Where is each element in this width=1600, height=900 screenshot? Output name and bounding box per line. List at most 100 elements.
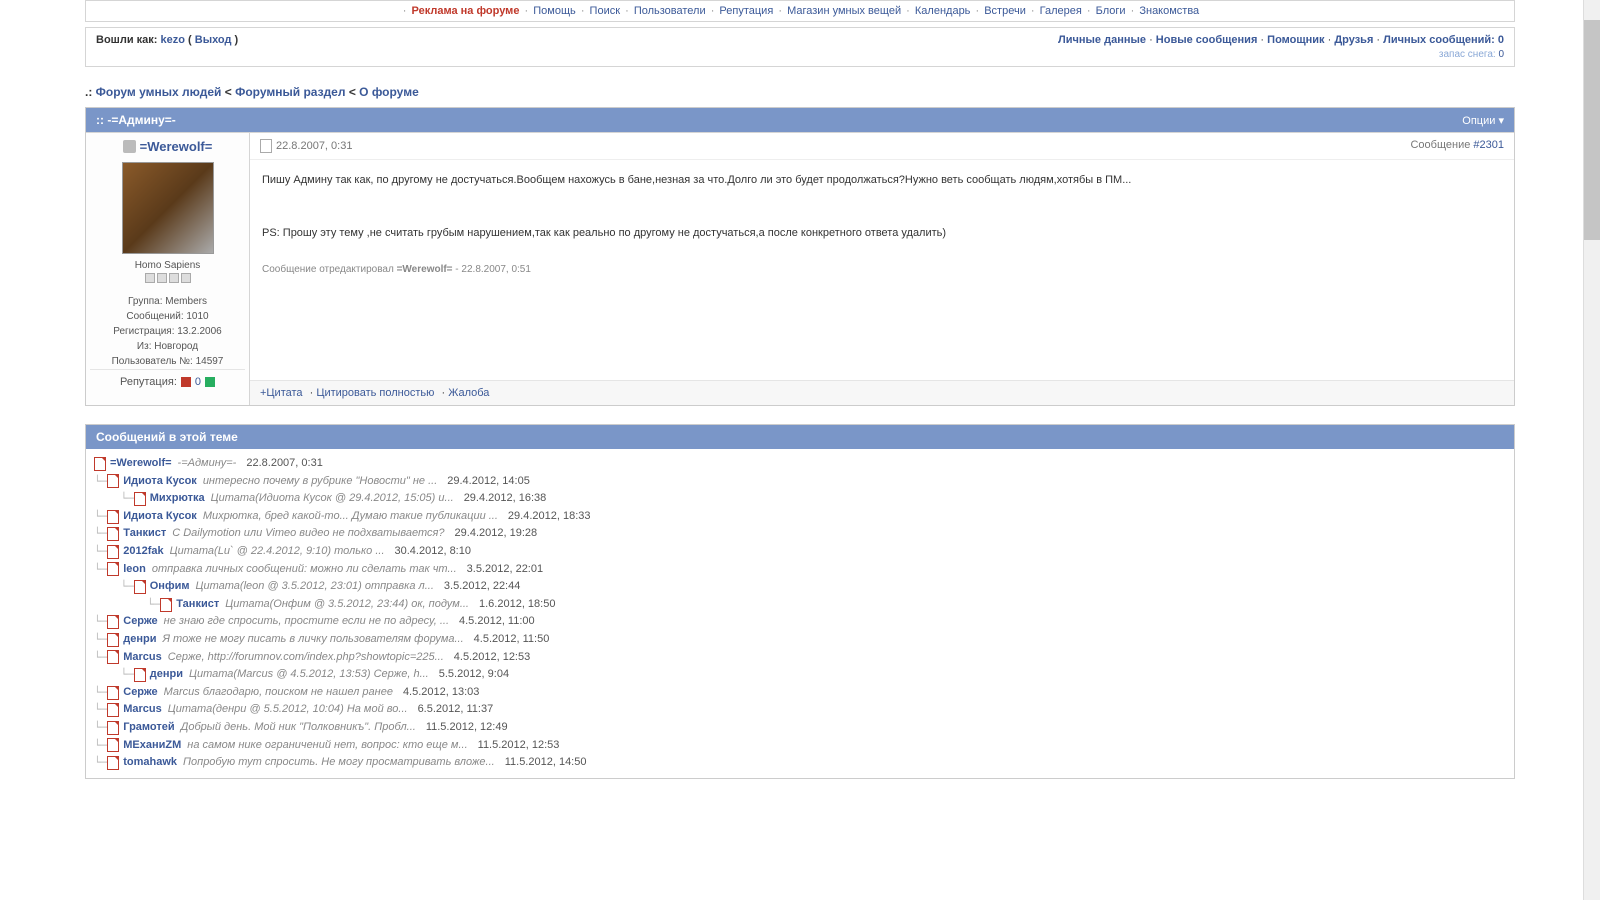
thread-author-link[interactable]: Серже	[123, 684, 157, 702]
full-quote-button[interactable]: Цитировать полностью	[316, 387, 434, 399]
userbar-link[interactable]: Помощник	[1267, 34, 1324, 46]
thread-item[interactable]: └─ 2012fakЦитата(Lu` @ 22.4.2012, 9:10) …	[94, 543, 1506, 561]
scrollbar-thumb[interactable]	[1584, 20, 1600, 240]
thread-author-link[interactable]: Грамотей	[123, 719, 174, 737]
breadcrumb-section[interactable]: Форумный раздел	[235, 85, 345, 99]
thread-item-icon	[107, 562, 119, 576]
tree-indent: └─	[94, 561, 107, 579]
top-nav: · Реклама на форуме · Помощь · Поиск · П…	[85, 0, 1515, 22]
thread-item[interactable]: └─ денриЦитата(Marcus @ 4.5.2012, 13:53)…	[94, 666, 1506, 684]
thread-item-icon	[107, 615, 119, 629]
thread-author-link[interactable]: Marcus	[123, 701, 162, 719]
tree-indent: └─	[94, 596, 160, 614]
thread-item[interactable]: └─ MarcusСерже, http://forumnov.com/inde…	[94, 649, 1506, 667]
thread-author-link[interactable]: =Werewolf=	[110, 455, 172, 473]
rep-value[interactable]: 0	[195, 376, 201, 388]
thread-item[interactable]: └─ ОнфимЦитата(leon @ 3.5.2012, 23:01) о…	[94, 578, 1506, 596]
userbar-link[interactable]: Личных сообщений: 0	[1383, 34, 1504, 46]
username-link[interactable]: kezo	[161, 34, 185, 46]
thread-date: 4.5.2012, 11:00	[459, 613, 535, 631]
thread-snippet: Добрый день. Мой ник "Полковникъ". Пробл…	[181, 719, 416, 737]
thread-author-link[interactable]: Онфим	[150, 578, 190, 596]
thread-item[interactable]: =Werewolf=-=Админу=-22.8.2007, 0:31	[94, 455, 1506, 473]
thread-author-link[interactable]: 2012fak	[123, 543, 163, 561]
thread-snippet: Цитата(Онфим @ 3.5.2012, 23:44) ок, поду…	[225, 596, 469, 614]
nav-link[interactable]: Помощь	[533, 5, 576, 17]
thread-author-link[interactable]: MEхaниZM	[123, 737, 181, 755]
thread-item[interactable]: └─ ГрамотейДобрый день. Мой ник "Полковн…	[94, 719, 1506, 737]
thread-item[interactable]: └─ денриЯ тоже не могу писать в личку по…	[94, 631, 1506, 649]
thread-author-link[interactable]: Marcus	[123, 649, 162, 667]
userbar-link[interactable]: Друзья	[1334, 34, 1373, 46]
thread-item[interactable]: └─ MEхaниZMна самом нике ограничений нет…	[94, 737, 1506, 755]
thread-item[interactable]: └─ leonотправка личных сообщений: можно …	[94, 561, 1506, 579]
thread-date: 3.5.2012, 22:44	[444, 578, 520, 596]
quote-button[interactable]: +Цитата	[260, 387, 303, 399]
thread-author-link[interactable]: Серже	[123, 613, 157, 631]
nav-link[interactable]: Блоги	[1096, 5, 1126, 17]
thread-date: 11.5.2012, 12:49	[426, 719, 508, 737]
userbar-link[interactable]: Новые сообщения	[1156, 34, 1258, 46]
thread-item-icon	[134, 492, 146, 506]
userbar-link[interactable]: Личные данные	[1058, 34, 1146, 46]
thread-item[interactable]: └─ Идиота КусокМихрютка, бред какой-то..…	[94, 508, 1506, 526]
snow-value[interactable]: 0	[1498, 49, 1504, 60]
userbar-links: Личные данные · Новые сообщения · Помощн…	[1058, 34, 1504, 46]
breadcrumb-topic[interactable]: О форуме	[359, 85, 419, 99]
nav-link[interactable]: Галерея	[1040, 5, 1082, 17]
nav-link[interactable]: Знакомства	[1139, 5, 1199, 17]
thread-author-link[interactable]: Идиота Кусок	[123, 508, 197, 526]
thread-item[interactable]: └─ Сержене знаю где спросить, простите е…	[94, 613, 1506, 631]
post-edited-note: Сообщение отредактировал =Werewolf= - 22…	[262, 262, 1502, 278]
reputation-row: Репутация: 0	[90, 369, 245, 394]
thread-item-icon	[107, 510, 119, 524]
nav-link[interactable]: Реклама на форуме	[412, 5, 520, 17]
thread-item[interactable]: └─ tomahawkПопробую тут спросить. Не мог…	[94, 754, 1506, 772]
thread-author-link[interactable]: денри	[123, 631, 156, 649]
thread-item[interactable]: └─ МихрюткаЦитата(Идиота Кусок @ 29.4.20…	[94, 490, 1506, 508]
thread-author-link[interactable]: Михрютка	[150, 490, 205, 508]
thread-item[interactable]: └─ MarcusЦитата(денри @ 5.5.2012, 10:04)…	[94, 701, 1506, 719]
thread-author-link[interactable]: Идиота Кусок	[123, 473, 197, 491]
nav-link[interactable]: Поиск	[590, 5, 620, 17]
thread-item-icon	[107, 545, 119, 559]
user-info: Группа: Members Сообщений: 1010 Регистра…	[90, 294, 245, 369]
thread-item-icon	[134, 580, 146, 594]
thread-author-link[interactable]: leon	[123, 561, 146, 579]
thread-snippet: интересно почему в рубрике "Новости" не …	[203, 473, 437, 491]
breadcrumb-forum[interactable]: Форум умных людей	[96, 85, 222, 99]
thread-author-link[interactable]: tomahawk	[123, 754, 177, 772]
nav-link[interactable]: Пользователи	[634, 5, 706, 17]
nav-link[interactable]: Магазин умных вещей	[787, 5, 901, 17]
report-button[interactable]: Жалоба	[448, 387, 489, 399]
thread-item[interactable]: └─ Идиота Кусокинтересно почему в рубрик…	[94, 473, 1506, 491]
user-rank: Homo Sapiens	[90, 260, 245, 271]
logout-link[interactable]: Выход	[195, 34, 232, 46]
nav-link[interactable]: Репутация	[719, 5, 773, 17]
thread-item-icon	[107, 721, 119, 735]
scrollbar[interactable]	[1583, 0, 1600, 900]
thread-item-icon	[107, 650, 119, 664]
thread-item[interactable]: └─ Танкист Цитата(Онфим @ 3.5.2012, 23:44…	[94, 596, 1506, 614]
post-permalink[interactable]: #2301	[1473, 139, 1504, 151]
thread-snippet: С Dailymotion или Vimeo видео не подхват…	[172, 525, 444, 543]
thread-item[interactable]: └─ Танкист С Dailymotion или Vimeo видео …	[94, 525, 1506, 543]
avatar[interactable]	[122, 162, 214, 254]
tree-indent: └─	[94, 525, 107, 543]
rep-plus-button[interactable]	[205, 377, 215, 387]
thread-header: Сообщений в этой теме	[86, 425, 1514, 449]
topic-options-dropdown[interactable]: Опции ▾	[1462, 114, 1504, 127]
rank-pips	[90, 273, 245, 286]
thread-date: 6.5.2012, 11:37	[418, 701, 494, 719]
thread-author-link[interactable]: денри	[150, 666, 183, 684]
post-author-link[interactable]: =Werewolf=	[140, 139, 213, 154]
thread-date: 29.4.2012, 14:05	[447, 473, 530, 491]
thread-snippet: Попробую тут спросить. Не могу просматри…	[183, 754, 495, 772]
thread-author-link[interactable]: Танкист	[123, 525, 166, 543]
nav-link[interactable]: Календарь	[915, 5, 971, 17]
nav-link[interactable]: Встречи	[984, 5, 1026, 17]
thread-author-link[interactable]: Танкист	[176, 596, 219, 614]
rep-minus-button[interactable]	[181, 377, 191, 387]
thread-item[interactable]: └─ СержеMarcus благодарю, поиском не наш…	[94, 684, 1506, 702]
thread-date: 4.5.2012, 12:53	[454, 649, 530, 667]
